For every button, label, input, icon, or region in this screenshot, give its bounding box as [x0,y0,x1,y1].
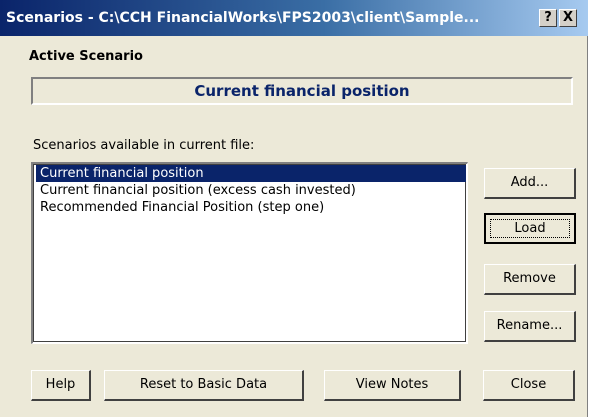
scenarios-available-label: Scenarios available in current file: [33,138,255,153]
add-button[interactable]: Add... [484,168,576,199]
remove-button[interactable]: Remove [484,264,576,295]
active-scenario-value: Current financial position [31,77,573,105]
help-button[interactable]: Help [31,370,91,401]
close-icon[interactable]: X [559,9,577,27]
load-button-label: Load [514,221,546,236]
rename-button[interactable]: Rename... [484,311,576,342]
list-item[interactable]: Recommended Financial Position (step one… [36,199,466,216]
title-bar[interactable]: Scenarios - C:\CCH FinancialWorks\FPS200… [0,0,588,36]
view-notes-button[interactable]: View Notes [324,370,461,401]
load-button[interactable]: Load [484,213,576,244]
window-title: Scenarios - C:\CCH FinancialWorks\FPS200… [6,10,480,26]
list-item[interactable]: Current financial position (excess cash … [36,182,466,199]
scenarios-listbox[interactable]: Current financial position Current finan… [31,162,468,344]
active-scenario-label: Active Scenario [29,49,143,64]
reset-to-basic-data-button[interactable]: Reset to Basic Data [104,370,304,401]
help-icon[interactable]: ? [539,9,557,27]
close-button[interactable]: Close [483,370,575,401]
list-item[interactable]: Current financial position [36,165,466,182]
scenarios-dialog: Scenarios - C:\CCH FinancialWorks\FPS200… [0,0,588,417]
